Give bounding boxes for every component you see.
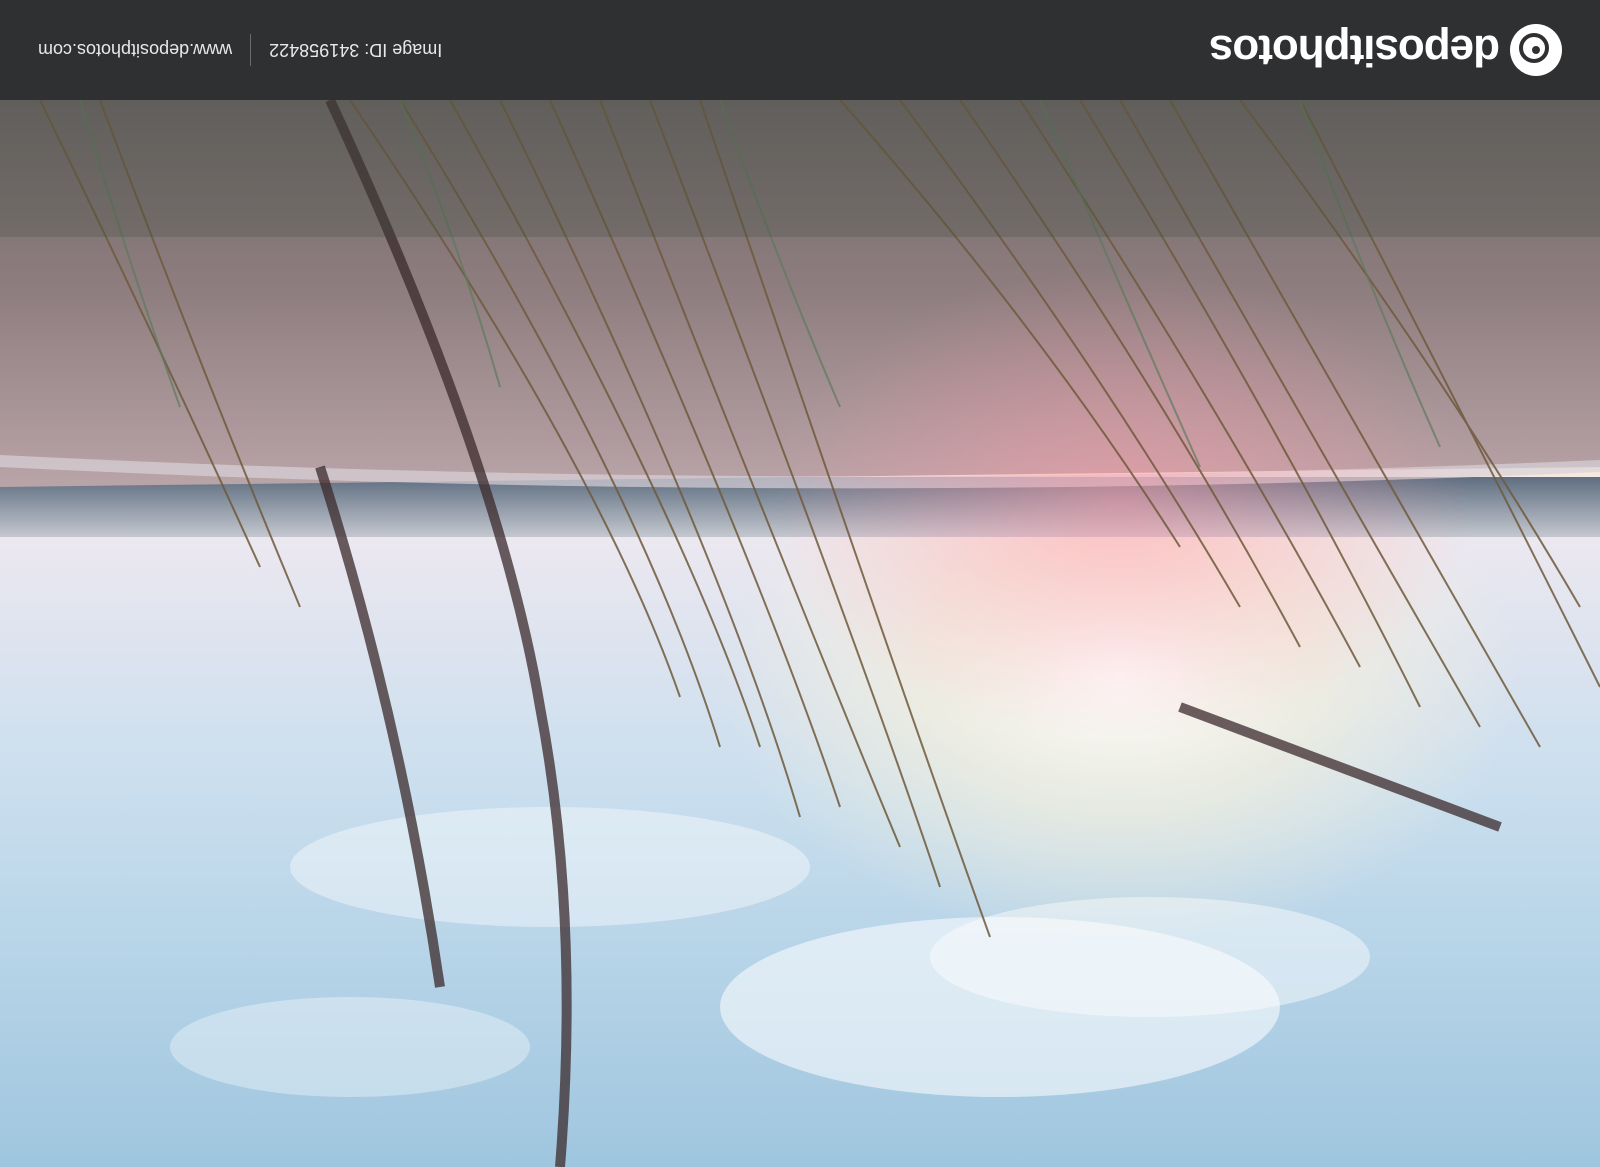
image-id: Image ID: 341958422 <box>269 40 443 61</box>
camera-lens-icon <box>1510 24 1562 76</box>
divider <box>250 34 252 66</box>
footer-bar: depositphotos Image ID: 341958422 www.de… <box>0 0 1600 100</box>
brand-logo[interactable]: depositphotos <box>1210 24 1562 76</box>
website-link[interactable]: www.depositphotos.com <box>38 40 232 61</box>
page: depositphotos Image ID: 341958422 www.de… <box>0 0 1600 1167</box>
stock-photo <box>0 100 1600 1167</box>
brand-name: depositphotos <box>1209 26 1500 75</box>
image-meta: Image ID: 341958422 www.depositphotos.co… <box>38 34 442 66</box>
upside-down-stock-image: depositphotos Image ID: 341958422 www.de… <box>0 0 1600 1167</box>
